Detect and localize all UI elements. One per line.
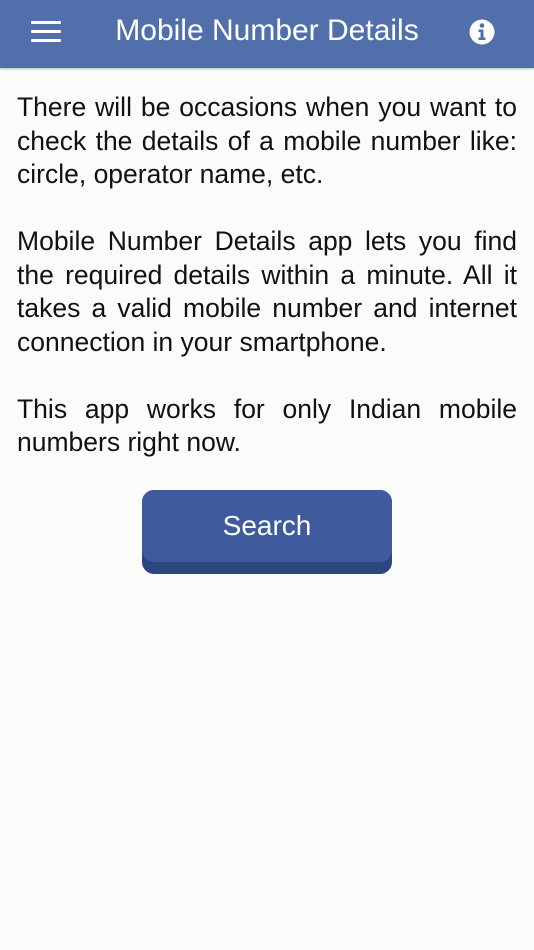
availability-paragraph: This app works for only Indian mobile nu… [17, 393, 517, 458]
app-header: Mobile Number Details [0, 0, 534, 68]
search-button-label: Search [142, 490, 392, 562]
search-button[interactable]: Search [142, 490, 392, 574]
hamburger-menu-icon[interactable] [26, 16, 66, 50]
intro-paragraph: There will be occasions when you want to… [17, 92, 517, 189]
info-icon[interactable] [466, 16, 498, 48]
features-paragraph: Mobile Number Details app lets you find … [17, 226, 517, 357]
page-title: Mobile Number Details [115, 14, 419, 47]
description-text: There will be occasions when you want to… [17, 91, 517, 493]
